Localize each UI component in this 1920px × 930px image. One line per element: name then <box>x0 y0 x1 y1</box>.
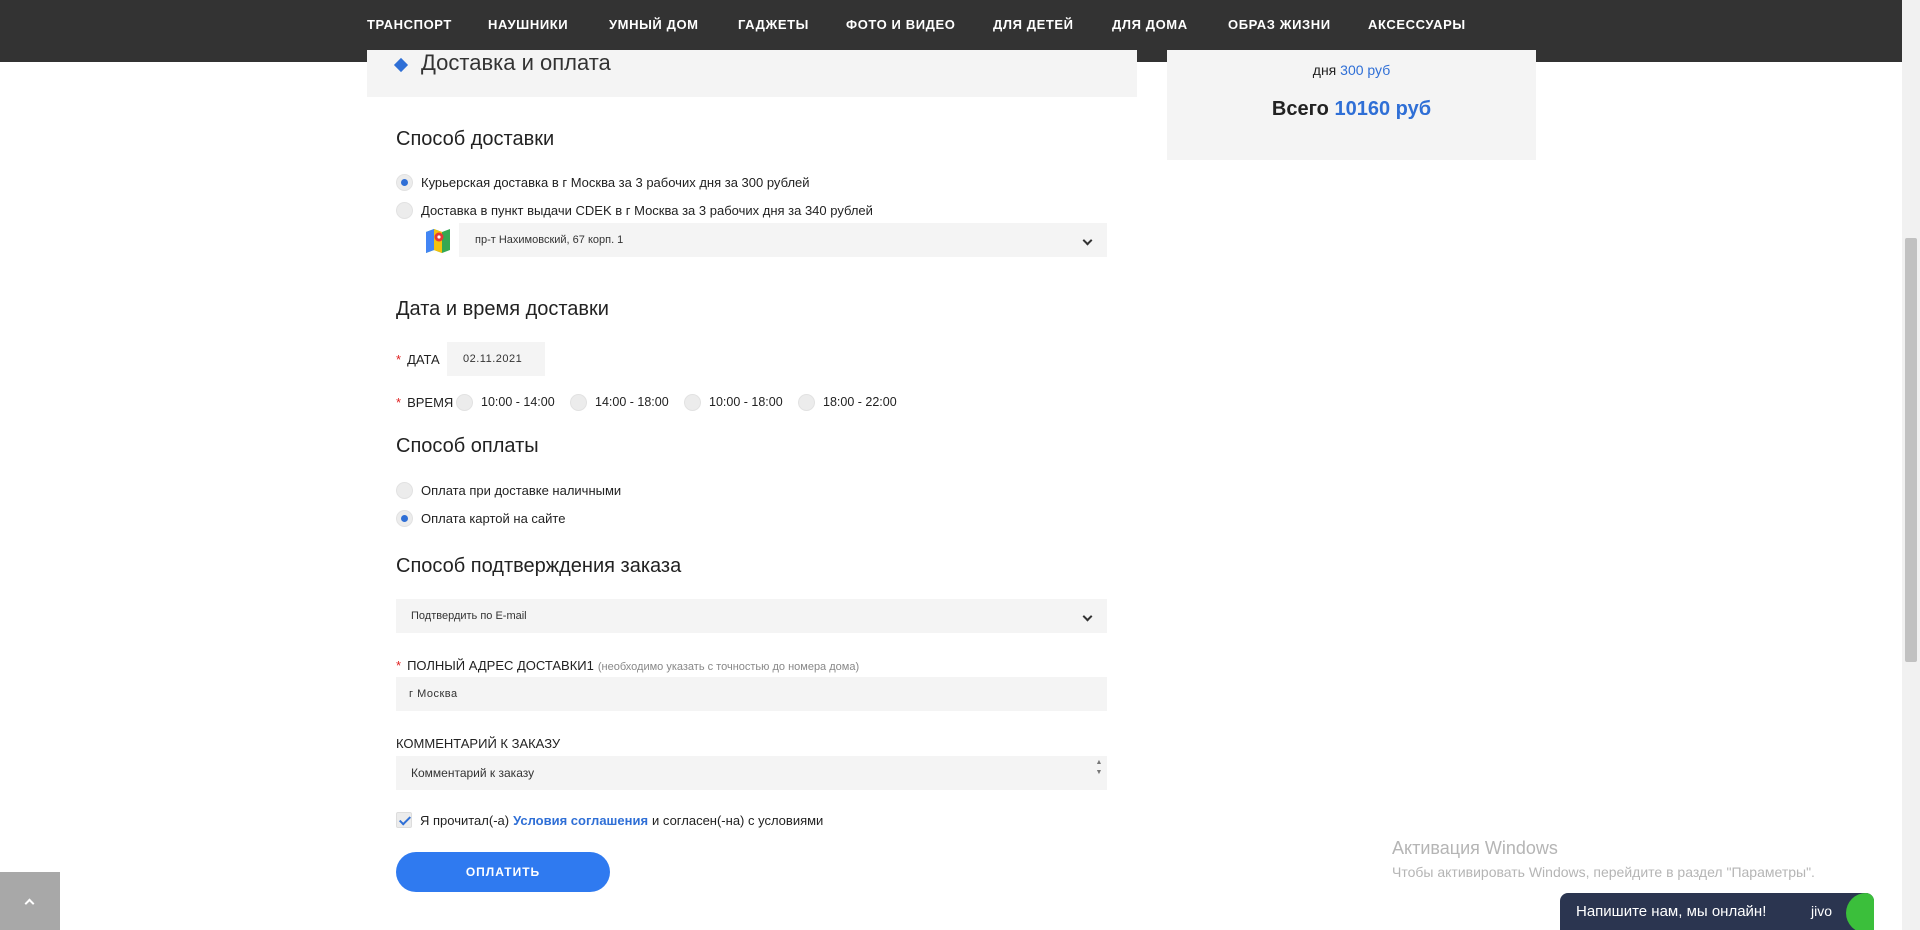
comment-textarea[interactable]: Комментарий к заказу ▲ ▼ <box>396 756 1107 790</box>
time-slot-3[interactable]: 10:00 - 18:00 <box>684 392 783 412</box>
delivery-method-title: Способ доставки <box>396 128 555 150</box>
confirmation-value: Подтвердить по E-mail <box>411 610 527 622</box>
total-line: Всего 10160 руб <box>1167 98 1536 121</box>
time-slot-label: 18:00 - 22:00 <box>823 395 897 409</box>
nav-item-gadgets[interactable]: ГАДЖЕТЫ <box>738 0 809 50</box>
pay-button[interactable]: ОПЛАТИТЬ <box>396 852 610 892</box>
time-label-text: ВРЕМЯ <box>407 395 454 410</box>
section-title: Доставка и оплата <box>421 50 611 75</box>
payment-option-label: Оплата картой на сайте <box>421 510 566 526</box>
time-slot-label: 10:00 - 14:00 <box>481 395 555 409</box>
required-mark: * <box>396 352 402 367</box>
date-label-text: ДАТА <box>407 352 440 367</box>
delivery-cost-line: дня 300 руб <box>1167 62 1536 78</box>
chat-status-icon <box>1846 893 1874 930</box>
radio-button[interactable] <box>570 393 587 411</box>
radio-button[interactable] <box>684 393 701 411</box>
delivery-cost: 300 руб <box>1340 62 1391 78</box>
radio-button[interactable] <box>396 173 413 191</box>
date-label: * ДАТА <box>396 352 440 367</box>
windows-activation-title: Активация Windows <box>1392 838 1558 858</box>
date-input[interactable]: 02.11.2021 <box>447 342 545 376</box>
address-label-text: ПОЛНЫЙ АДРЕС ДОСТАВКИ1 <box>407 658 594 673</box>
scrollbar-thumb[interactable] <box>1905 238 1917 662</box>
time-slot-4[interactable]: 18:00 - 22:00 <box>798 392 897 412</box>
agreement-suffix: и согласен(-на) с условиями <box>652 812 824 828</box>
nav-item-photo-video[interactable]: ФОТО И ВИДЕО <box>846 0 955 50</box>
agreement-row: Я прочитал(-а) Условия соглашения и согл… <box>396 810 823 830</box>
time-label: * ВРЕМЯ <box>396 395 453 410</box>
delivery-option-courier[interactable]: Курьерская доставка в г Москва за 3 рабо… <box>396 172 810 192</box>
radio-button[interactable] <box>798 393 815 411</box>
chat-widget[interactable]: Напишите нам, мы онлайн! jivo <box>1560 893 1874 930</box>
address-hint: (необходимо указать с точностью до номер… <box>597 661 860 673</box>
payment-option-card[interactable]: Оплата картой на сайте <box>396 508 565 528</box>
nav-item-home[interactable]: ДЛЯ ДОМА <box>1112 0 1188 50</box>
confirmation-title: Способ подтверждения заказа <box>396 555 682 577</box>
delivery-payment-header: Доставка и оплата <box>367 50 1137 97</box>
time-slot-label: 14:00 - 18:00 <box>595 395 669 409</box>
pickup-point-select[interactable]: пр-т Нахимовский, 67 корп. 1 <box>459 223 1107 257</box>
diamond-icon <box>393 57 409 73</box>
windows-activation-subtitle: Чтобы активировать Windows, перейдите в … <box>1392 864 1815 880</box>
payment-option-label: Оплата при доставке наличными <box>421 482 622 498</box>
nav-item-kids[interactable]: ДЛЯ ДЕТЕЙ <box>993 0 1074 50</box>
textarea-spin-arrows[interactable]: ▲ ▼ <box>1094 758 1104 788</box>
datetime-title: Дата и время доставки <box>396 298 609 320</box>
address-input[interactable]: г Москва <box>396 677 1107 711</box>
payment-method-title: Способ оплаты <box>396 435 539 457</box>
nav-item-smart-home[interactable]: УМНЫЙ ДОМ <box>609 0 699 50</box>
radio-button[interactable] <box>456 393 473 411</box>
delivery-option-cdek[interactable]: Доставка в пункт выдачи CDEK в г Москва … <box>396 200 873 220</box>
nav-item-headphones[interactable]: НАУШНИКИ <box>488 0 568 50</box>
scroll-to-top-button[interactable] <box>0 872 60 930</box>
agreement-link[interactable]: Условия соглашения <box>513 813 648 828</box>
delivery-option-label: Курьерская доставка в г Москва за 3 рабо… <box>421 174 810 190</box>
delivery-option-label: Доставка в пункт выдачи CDEK в г Москва … <box>421 202 873 218</box>
time-slot-label: 10:00 - 18:00 <box>709 395 783 409</box>
payment-option-cash[interactable]: Оплата при доставке наличными <box>396 480 621 500</box>
radio-button[interactable] <box>396 201 413 219</box>
chevron-down-icon <box>1082 611 1093 622</box>
comment-label: КОММЕНТАРИЙ К ЗАКАЗУ <box>396 736 561 751</box>
address-label: * ПОЛНЫЙ АДРЕС ДОСТАВКИ1 (необходимо указа… <box>396 658 859 673</box>
delivery-days-text: дня <box>1312 62 1337 78</box>
radio-button[interactable] <box>396 481 413 499</box>
confirmation-select[interactable]: Подтвердить по E-mail <box>396 599 1107 633</box>
chevron-down-icon <box>1082 235 1093 246</box>
pickup-point-value: пр-т Нахимовский, 67 корп. 1 <box>475 234 624 246</box>
required-mark: * <box>396 395 402 410</box>
nav-item-accessories[interactable]: АКСЕССУАРЫ <box>1368 0 1466 50</box>
time-slot-1[interactable]: 10:00 - 14:00 <box>456 392 555 412</box>
total-value: 10160 руб <box>1334 98 1432 120</box>
agreement-prefix: Я прочитал(-а) <box>420 812 510 828</box>
page-scrollbar[interactable] <box>1902 0 1920 930</box>
agreement-checkbox[interactable] <box>396 812 412 828</box>
comment-placeholder: Комментарий к заказу <box>411 766 535 780</box>
time-slot-2[interactable]: 14:00 - 18:00 <box>570 392 669 412</box>
nav-item-transport[interactable]: ТРАНСПОРТ <box>367 0 452 50</box>
nav-item-lifestyle[interactable]: ОБРАЗ ЖИЗНИ <box>1228 0 1331 50</box>
order-summary: дня 300 руб Всего 10160 руб <box>1167 50 1536 160</box>
radio-button[interactable] <box>396 509 413 527</box>
map-icon <box>426 229 450 253</box>
jivo-logo: jivo <box>1810 903 1832 919</box>
chat-text: Напишите нам, мы онлайн! <box>1576 903 1767 920</box>
required-mark: * <box>396 658 402 673</box>
chevron-up-icon <box>24 898 35 909</box>
total-label: Всего <box>1271 98 1329 120</box>
